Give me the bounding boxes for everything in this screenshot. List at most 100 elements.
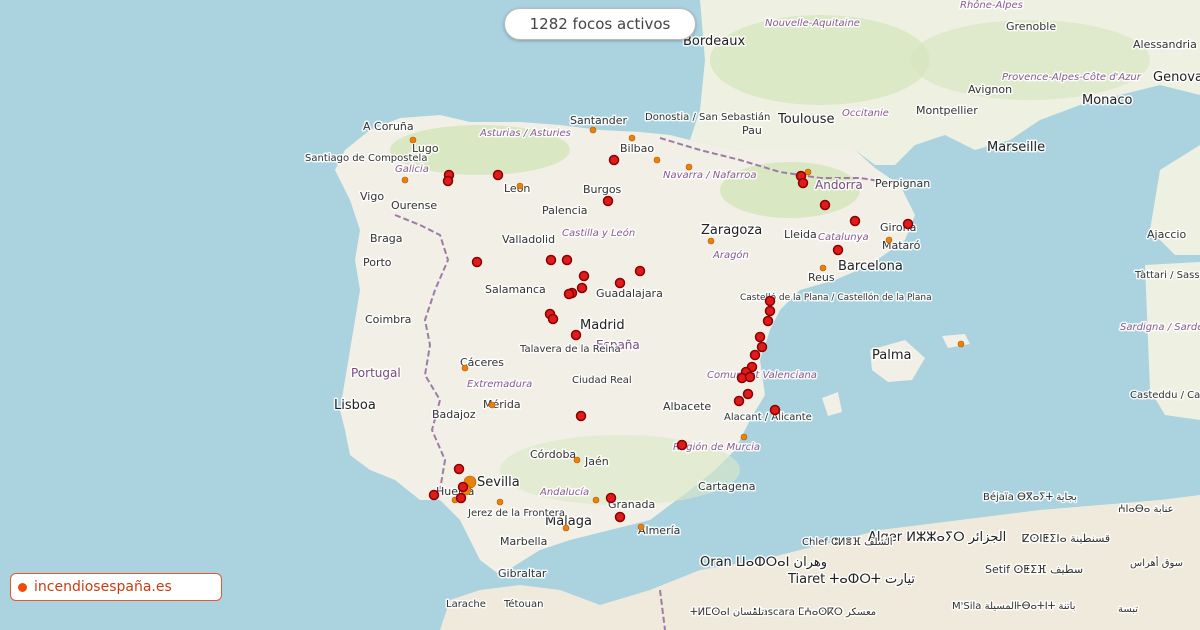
fire-marker[interactable] xyxy=(756,341,768,353)
fire-marker[interactable] xyxy=(575,410,587,422)
city-label-marseille: Marseille xyxy=(987,140,1045,155)
city-label-guadalajara: Guadalajara xyxy=(596,287,663,300)
city-label-tattari: Tàttari / Sassari xyxy=(1134,269,1200,281)
city-label-acoruna: A Coruña xyxy=(363,120,414,133)
city-label-braga: Braga xyxy=(370,232,403,245)
fire-marker[interactable] xyxy=(605,492,617,504)
fire-marker[interactable] xyxy=(576,282,588,294)
country-label-andorra: Andorra xyxy=(815,178,863,192)
city-label-donostia: Donostia / San Sebastián xyxy=(645,111,770,123)
fire-marker[interactable] xyxy=(442,175,454,187)
city-label-gibraltar: Gibraltar xyxy=(498,567,547,580)
city-label-santander: Santander xyxy=(570,114,627,127)
fire-marker[interactable] xyxy=(453,463,465,475)
fire-marker[interactable] xyxy=(608,154,620,166)
fire-marker[interactable] xyxy=(849,215,861,227)
region-label-occitanie: Occitanie xyxy=(842,108,889,119)
city-label-zaragoza: Zaragoza xyxy=(701,223,762,238)
fire-marker[interactable] xyxy=(545,254,557,266)
small-fire-marker xyxy=(401,176,409,184)
small-fire-marker xyxy=(573,456,581,464)
city-label-talavera: Talavera de la Reina xyxy=(519,344,621,355)
region-label-castilla: Castilla y León xyxy=(562,227,635,239)
region-label-asturias: Asturias / Asturies xyxy=(479,128,571,139)
small-fire-marker xyxy=(685,163,693,171)
city-label-tebessa: تبسة xyxy=(1118,604,1138,615)
city-label-alacant: Alacant / Alicante xyxy=(724,412,812,423)
fire-marker[interactable] xyxy=(455,492,467,504)
city-label-pau: Pau xyxy=(742,124,762,137)
small-fire-marker xyxy=(804,168,812,176)
city-label-tlemcen: ⵜⵍⵎⵙⴰⵏ تلمسان xyxy=(690,607,764,618)
region-label-sardegna: Sardigna / Sardegna xyxy=(1120,322,1200,333)
fire-marker[interactable] xyxy=(676,439,688,451)
city-label-constantine: ⵇⵙⵏⵟⵉⵏⴰ قسنطينة xyxy=(1022,532,1110,545)
city-label-jaen: Jaén xyxy=(584,455,609,468)
city-label-soukahras: سوق أهراس xyxy=(1130,556,1183,569)
site-brand-link[interactable]: incendiosespaña.es xyxy=(10,573,222,601)
fire-marker[interactable] xyxy=(578,270,590,282)
small-fire-marker xyxy=(589,126,597,134)
wildfire-map[interactable]: Portugal España Andorra Asturias / Astur… xyxy=(0,0,1200,630)
fire-marker[interactable] xyxy=(614,277,626,289)
country-label-portugal: Portugal xyxy=(351,366,401,380)
city-label-marbella: Marbella xyxy=(500,535,547,548)
fire-marker[interactable] xyxy=(570,329,582,341)
fire-marker[interactable] xyxy=(769,404,781,416)
fire-marker[interactable] xyxy=(471,256,483,268)
city-label-ciudadreal: Ciudad Real xyxy=(572,375,632,386)
brand-dot-icon xyxy=(18,582,27,592)
city-label-avignon: Avignon xyxy=(968,83,1012,96)
fire-marker[interactable] xyxy=(563,288,575,300)
fire-marker[interactable] xyxy=(614,511,626,523)
fire-marker[interactable] xyxy=(561,254,573,266)
fire-marker[interactable] xyxy=(742,388,754,400)
city-label-monaco: Monaco xyxy=(1082,93,1133,108)
city-label-larache: Larache xyxy=(446,599,486,610)
city-label-vigo: Vigo xyxy=(360,190,384,203)
small-fire-marker xyxy=(628,134,636,142)
city-label-mascara: Mascara ⵎⵄⴰⵙⴽⵔ معسكر xyxy=(753,607,876,618)
city-label-cagliari: Casteddu / Cagliari xyxy=(1130,390,1200,401)
fire-marker[interactable] xyxy=(733,395,745,407)
fire-marker[interactable] xyxy=(428,489,440,501)
region-label-catalunya: Catalunya xyxy=(818,232,869,243)
small-fire-marker xyxy=(488,401,496,409)
small-fire-marker xyxy=(592,496,600,504)
city-label-annaba: ⵄⵏⴰⴱⴰ عنابة xyxy=(1118,504,1174,515)
fire-marker[interactable] xyxy=(749,349,761,361)
fire-marker[interactable] xyxy=(492,169,504,181)
city-label-coimbra: Coimbra xyxy=(365,313,411,326)
city-label-chlef: Chlef ⵛⵍⴻⴼ الشلف xyxy=(802,537,893,548)
fire-marker[interactable] xyxy=(832,244,844,256)
city-label-palma: Palma xyxy=(872,348,911,363)
city-label-santiago: Santiago de Compostela xyxy=(305,153,427,164)
fire-marker[interactable] xyxy=(744,371,756,383)
fire-marker[interactable] xyxy=(797,177,809,189)
city-label-montpellier: Montpellier xyxy=(916,104,978,117)
city-label-batna: ⵜⴱⴰⵜⵏⵜ باتنة xyxy=(1014,601,1076,612)
fire-marker[interactable] xyxy=(902,218,914,230)
city-label-perpignan: Perpignan xyxy=(875,177,930,190)
small-fire-marker xyxy=(637,523,645,531)
fire-marker[interactable] xyxy=(819,199,831,211)
region-label-extremadura: Extremadura xyxy=(467,379,532,390)
region-label-galicia: Galicia xyxy=(395,164,429,175)
city-label-cartagena: Cartagena xyxy=(698,480,755,493)
brand-label: incendiosespaña.es xyxy=(34,579,172,595)
fire-marker[interactable] xyxy=(634,265,646,277)
fire-marker[interactable] xyxy=(457,481,469,493)
city-label-oran: Oran ⵡⴰⵀⵔⴰⵏ وهران xyxy=(700,555,827,570)
fire-marker[interactable] xyxy=(602,195,614,207)
fire-marker[interactable] xyxy=(764,295,776,307)
small-fire-marker xyxy=(496,498,504,506)
city-label-almeria: Almería xyxy=(638,524,680,537)
fire-marker[interactable] xyxy=(762,315,774,327)
fire-marker[interactable] xyxy=(764,305,776,317)
fire-marker[interactable] xyxy=(754,331,766,343)
small-fire-marker xyxy=(562,524,570,532)
city-label-lleida: Lleida xyxy=(784,228,817,241)
city-label-tetouan: Tétouan xyxy=(503,598,543,610)
region-label-rhone: Rhône-Alpes xyxy=(960,0,1023,11)
fire-marker[interactable] xyxy=(547,313,559,325)
